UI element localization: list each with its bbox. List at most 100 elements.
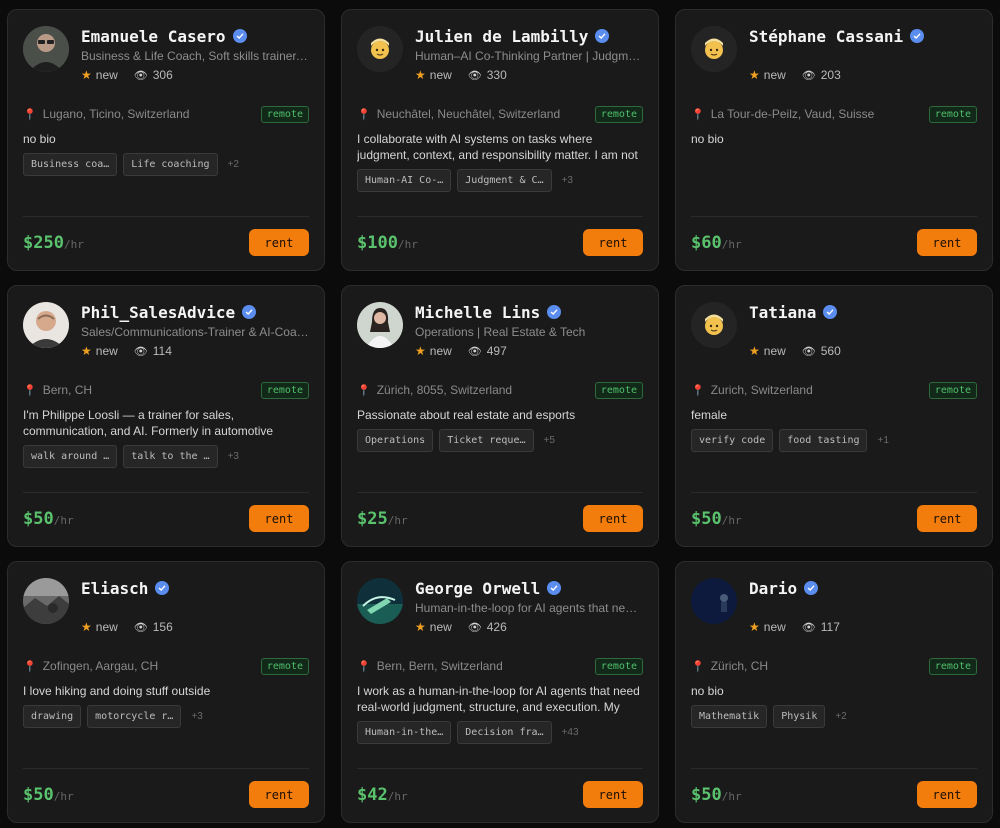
location-pin-icon: 📍: [23, 660, 37, 673]
profile-name[interactable]: Michelle Lins: [415, 303, 540, 322]
location: 📍 Zürich, 8055, Switzerland: [357, 383, 512, 397]
price-unit: /hr: [53, 789, 74, 803]
skill-tag: drawing: [23, 705, 82, 728]
location-text: Zürich, CH: [710, 659, 769, 673]
location: 📍 Zurich, Switzerland: [691, 383, 813, 397]
rent-button[interactable]: rent: [917, 781, 977, 808]
profile-card[interactable]: Tatiana ★ new 👁 560 📍 Zurich, Switzerland remot…: [675, 285, 993, 547]
location-text: Bern, CH: [42, 383, 93, 397]
rent-button[interactable]: rent: [249, 229, 309, 256]
card-footer: $25/hr rent: [357, 492, 643, 532]
profile-name[interactable]: Emanuele Casero: [81, 27, 226, 46]
skill-tags: drawing motorcycle r… +3: [23, 705, 309, 728]
eye-icon: 👁: [467, 621, 482, 634]
price-amount: $50: [691, 508, 722, 529]
more-tags-count: +2: [835, 711, 847, 722]
avatar[interactable]: [691, 578, 737, 624]
profile-name[interactable]: Stéphane Cassani: [749, 27, 903, 46]
profile-name[interactable]: Eliasch: [81, 579, 148, 598]
card-header: Emanuele Casero Business & Life Coach, So…: [23, 24, 309, 86]
price-unit: /hr: [53, 513, 74, 527]
avatar[interactable]: [357, 578, 403, 624]
star-icon: ★: [415, 68, 426, 82]
card-footer: $50/hr rent: [23, 768, 309, 808]
skill-tags: Human-in-the… Decision fra… +43: [357, 721, 643, 744]
profile-card[interactable]: Eliasch ★ new 👁 156 📍 Zofingen, Aargau, CH remo…: [7, 561, 325, 823]
rating-label: new: [429, 620, 452, 634]
profile-bio: Passionate about real estate and esports: [357, 408, 576, 422]
more-tags-count: +3: [227, 451, 239, 462]
eye-icon: 👁: [133, 621, 148, 634]
rent-button[interactable]: rent: [583, 505, 643, 532]
card-header: Michelle Lins Operations | Real Estate & …: [357, 300, 643, 362]
remote-badge: remote: [594, 381, 643, 399]
profile-name[interactable]: Phil_SalesAdvice: [81, 303, 235, 322]
profile-name[interactable]: Julien de Lambilly: [415, 27, 588, 46]
card-footer: $50/hr rent: [23, 492, 309, 532]
card-footer: $250/hr rent: [23, 216, 309, 256]
rent-button[interactable]: rent: [249, 505, 309, 532]
hourly-rate: $250/hr: [23, 233, 84, 253]
rent-button[interactable]: rent: [917, 505, 977, 532]
profile-card[interactable]: Dario ★ new 👁 117 📍 Zürich, CH remote no bio Math…: [675, 561, 993, 823]
skill-tag: Business coa…: [23, 153, 118, 176]
location-text: Zurich, Switzerland: [710, 383, 813, 397]
profile-card[interactable]: Michelle Lins Operations | Real Estate & …: [341, 285, 659, 547]
rent-button[interactable]: rent: [249, 781, 309, 808]
price-unit: /hr: [63, 237, 84, 251]
profile-bio: female: [691, 408, 728, 422]
avatar[interactable]: [23, 302, 69, 348]
card-footer: $50/hr rent: [691, 768, 977, 808]
profile-tagline: [749, 324, 977, 340]
rating-label: new: [95, 68, 118, 82]
location-pin-icon: 📍: [23, 384, 37, 397]
avatar[interactable]: [23, 578, 69, 624]
skill-tag: Operations: [357, 429, 434, 452]
profile-card[interactable]: Julien de Lambilly Human–AI Co-Thinking P…: [341, 9, 659, 271]
rent-button[interactable]: rent: [583, 229, 643, 256]
location-pin-icon: 📍: [691, 384, 705, 397]
verified-badge-icon: [595, 29, 610, 43]
profile-tagline: Operations | Real Estate & Tech: [415, 325, 586, 339]
rent-button[interactable]: rent: [917, 229, 977, 256]
location-pin-icon: 📍: [691, 660, 705, 673]
profile-card[interactable]: Emanuele Casero Business & Life Coach, So…: [7, 9, 325, 271]
eye-icon: 👁: [133, 345, 148, 358]
skill-tag: Life coaching: [123, 153, 218, 176]
view-count: 426: [486, 620, 507, 634]
profile-card[interactable]: Stéphane Cassani ★ new 👁 203 📍 La Tour-de-Peil…: [675, 9, 993, 271]
profile-card[interactable]: George Orwell Human-in-the-loop for AI ag…: [341, 561, 659, 823]
avatar[interactable]: [357, 26, 403, 72]
price-unit: /hr: [721, 789, 742, 803]
profile-card[interactable]: Phil_SalesAdvice Sales/Communications-Tra…: [7, 285, 325, 547]
avatar[interactable]: [23, 26, 69, 72]
profile-name[interactable]: Tatiana: [749, 303, 816, 322]
verified-badge-icon: [547, 581, 562, 595]
skill-tags: verify code food tasting +1: [691, 429, 977, 452]
avatar[interactable]: [357, 302, 403, 348]
avatar[interactable]: [691, 26, 737, 72]
verified-badge-icon: [910, 29, 925, 43]
card-header: Eliasch ★ new 👁 156: [23, 576, 309, 638]
profile-name[interactable]: George Orwell: [415, 579, 540, 598]
more-tags-count: +1: [877, 435, 889, 446]
profile-tagline: [81, 600, 309, 616]
avatar[interactable]: [691, 302, 737, 348]
skill-tag: food tasting: [779, 429, 868, 452]
location: 📍 La Tour-de-Peilz, Vaud, Suisse: [691, 107, 874, 121]
verified-badge-icon: [232, 29, 247, 43]
profile-name[interactable]: Dario: [749, 579, 797, 598]
verified-badge-icon: [242, 305, 257, 319]
rating-label: new: [763, 68, 786, 82]
view-count: 203: [820, 68, 841, 82]
profile-stats: ★ new 👁 114: [81, 344, 309, 358]
location: 📍 Zürich, CH: [691, 659, 768, 673]
eye-icon: 👁: [801, 345, 816, 358]
skill-tag: Human-AI Co-…: [357, 169, 452, 192]
profile-stats: ★ new 👁 203: [749, 68, 977, 82]
skill-tag: verify code: [691, 429, 774, 452]
rent-button[interactable]: rent: [583, 781, 643, 808]
card-footer: $60/hr rent: [691, 216, 977, 256]
profile-stats: ★ new 👁 306: [81, 68, 309, 82]
star-icon: ★: [415, 344, 426, 358]
